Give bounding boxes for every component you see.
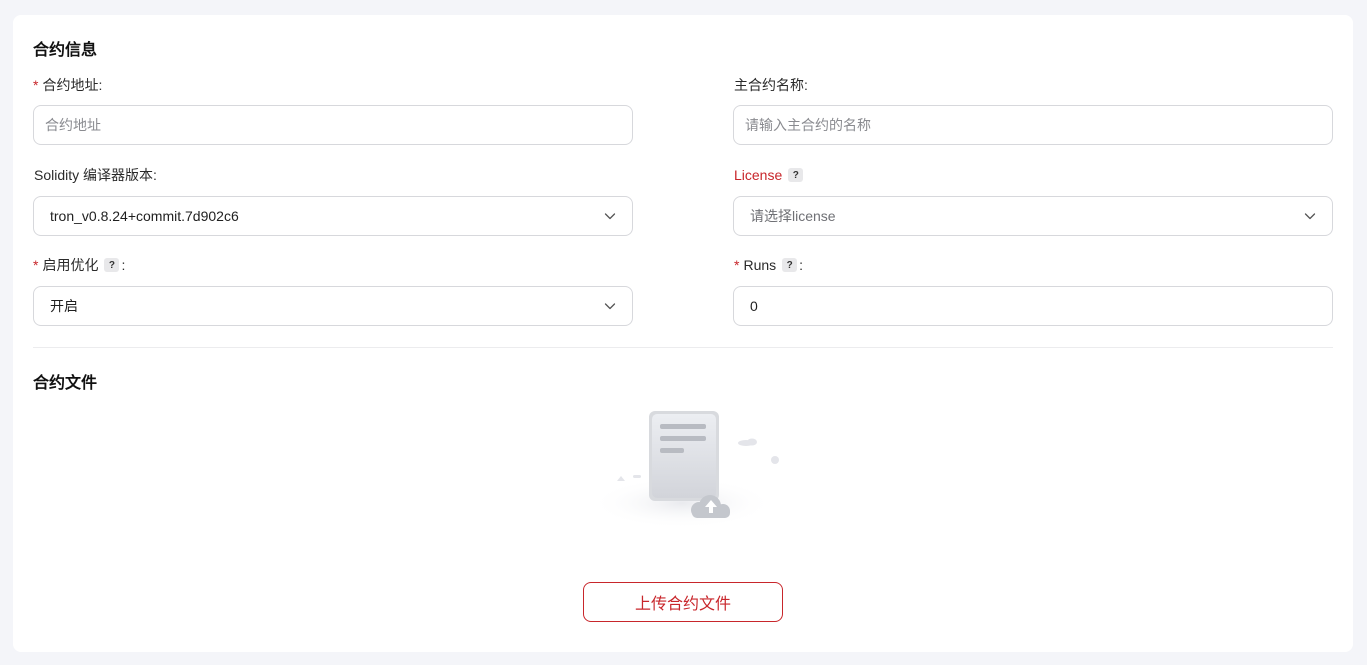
license-label-text: License: [734, 167, 783, 183]
license-label: License ?: [734, 165, 804, 185]
contract-form-card: 合约信息 * 合约地址: 主合约名称: Solidity 编译器版本: tron…: [13, 15, 1353, 652]
main-contract-name-label: 主合约名称:: [734, 75, 808, 95]
chevron-down-icon: [1304, 210, 1316, 222]
required-mark: *: [734, 257, 740, 273]
contract-address-input[interactable]: [45, 117, 616, 133]
contract-address-field[interactable]: [33, 105, 633, 145]
runs-label-text: Runs: [743, 257, 777, 273]
label-colon: :: [121, 257, 126, 273]
optimization-label-text: 启用优化: [42, 257, 99, 273]
optimization-value: 开启: [50, 298, 78, 314]
contract-address-label-text: 合约地址:: [42, 77, 103, 93]
upload-contract-file-button[interactable]: 上传合约文件: [583, 582, 783, 622]
runs-field[interactable]: [733, 286, 1333, 326]
document-upload-icon: [590, 403, 780, 529]
optimization-label: * 启用优化 ? :: [33, 255, 125, 275]
main-contract-name-input[interactable]: [745, 117, 1316, 133]
compiler-version-value: tron_v0.8.24+commit.7d902c6: [50, 208, 239, 224]
help-icon[interactable]: ?: [782, 258, 798, 272]
required-mark: *: [33, 257, 39, 273]
license-select[interactable]: 请选择license: [733, 196, 1333, 236]
runs-label: * Runs ? :: [734, 255, 803, 275]
help-icon[interactable]: ?: [788, 168, 804, 182]
contract-files-title: 合约文件: [33, 375, 98, 392]
compiler-version-label: Solidity 编译器版本:: [34, 165, 157, 185]
section-divider: [33, 347, 1333, 348]
compiler-version-label-text: Solidity 编译器版本:: [34, 167, 157, 183]
help-icon[interactable]: ?: [104, 258, 120, 272]
license-placeholder: 请选择license: [750, 208, 836, 224]
contract-info-title: 合约信息: [33, 42, 98, 59]
runs-input[interactable]: [750, 298, 1316, 314]
contract-address-label: * 合约地址:: [33, 75, 102, 95]
chevron-down-icon: [604, 210, 616, 222]
compiler-version-select[interactable]: tron_v0.8.24+commit.7d902c6: [33, 196, 633, 236]
optimization-select[interactable]: 开启: [33, 286, 633, 326]
main-contract-name-label-text: 主合约名称:: [734, 77, 808, 93]
chevron-down-icon: [604, 300, 616, 312]
main-contract-name-field[interactable]: [733, 105, 1333, 145]
label-colon: :: [799, 257, 804, 273]
required-mark: *: [33, 77, 39, 93]
